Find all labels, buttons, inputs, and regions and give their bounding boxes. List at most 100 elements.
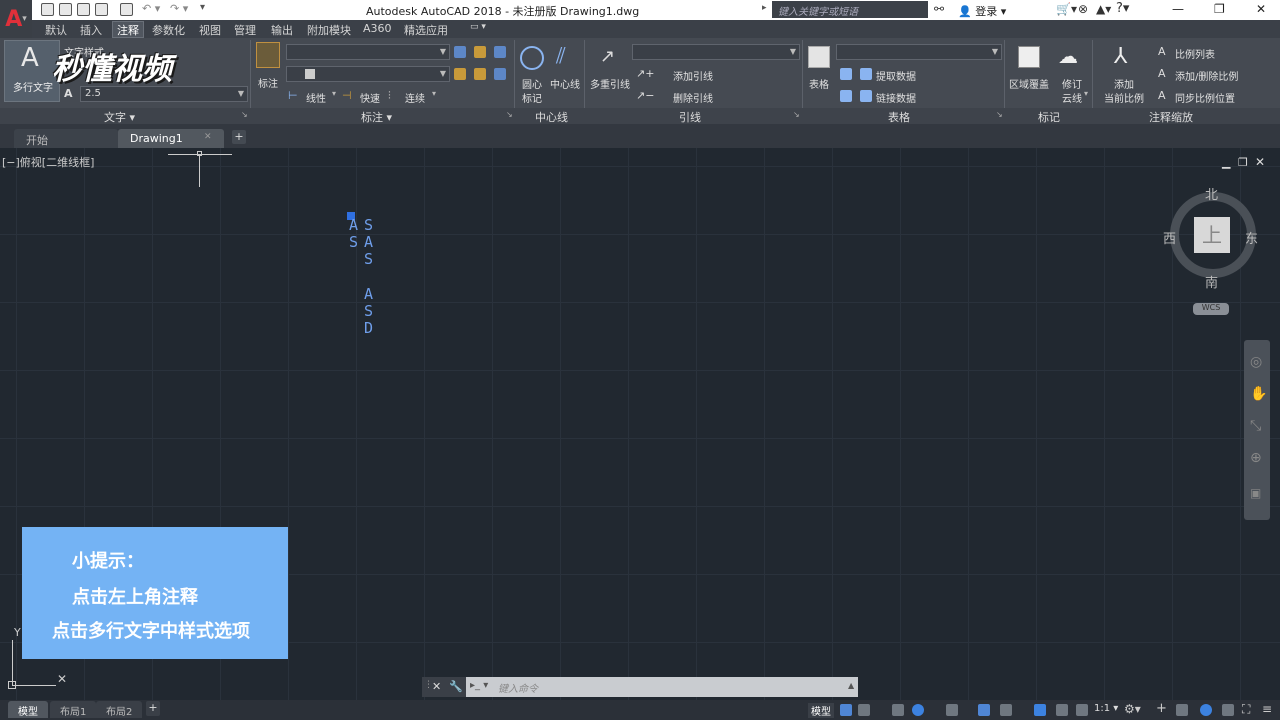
wipeout-icon[interactable] [1018, 46, 1040, 68]
search-input[interactable]: 键入关键字或短语 [772, 1, 928, 18]
new-tab-button[interactable]: + [232, 130, 246, 144]
revcloud-button[interactable]: 修订 [1062, 76, 1082, 91]
viewport-close-icon[interactable]: ✕ [1255, 155, 1265, 169]
tab-view[interactable]: 视图 [199, 22, 221, 38]
link-data-button[interactable]: 链接数据 [876, 90, 916, 105]
multileader-button[interactable]: 多重引线 [590, 76, 630, 91]
tab-featured-apps[interactable]: 精选应用 [404, 22, 448, 38]
centerline-icon[interactable]: ⫽ [556, 44, 566, 69]
fullscreen-icon[interactable]: ⛶ [1242, 702, 1250, 717]
cad-text-char[interactable]: S [364, 216, 373, 234]
table-icon[interactable] [808, 46, 830, 68]
ribbon-toggle-icon[interactable]: ▭ ▾ [470, 22, 486, 32]
grid-icon[interactable] [840, 704, 852, 716]
chevron-down-icon[interactable]: ▾ [332, 89, 336, 98]
help-icon[interactable]: ?▾ [1116, 1, 1129, 16]
viewport-controls[interactable]: [−]俯视[二维线框] [2, 154, 94, 170]
cad-text-char[interactable]: S [364, 302, 373, 320]
dim-layer-dropdown[interactable]: ▼ [286, 66, 450, 82]
cad-text-char[interactable]: D [364, 319, 373, 337]
linear-button[interactable]: 线性 [306, 90, 326, 105]
binoculars-icon[interactable]: ⚯ [934, 2, 944, 16]
save-icon[interactable] [77, 3, 90, 16]
add-leader-button[interactable]: 添加引线 [673, 68, 713, 83]
tab-a360[interactable]: A360 [363, 22, 392, 35]
cart-icon[interactable]: 🛒▾ [1056, 2, 1077, 16]
close-tab-icon[interactable]: ✕ [204, 132, 212, 142]
tab-manage[interactable]: 管理 [234, 22, 256, 38]
new-file-icon[interactable] [41, 3, 54, 16]
add-current-scale-button[interactable]: 添加 [1114, 76, 1134, 91]
dim-style-dropdown[interactable]: ▼ [286, 44, 450, 60]
compass-east[interactable]: 东 [1245, 228, 1258, 247]
search-expand-icon[interactable]: ▸ [762, 3, 767, 13]
command-line[interactable]: ⋮ ✕ 🔧 ▸_ ▾ 键入命令 ▲ [422, 677, 858, 697]
table-button[interactable]: 表格 [809, 76, 829, 91]
revcloud-button-line2[interactable]: 云线 [1062, 90, 1082, 105]
login-button[interactable]: 👤 登录 ▾ [958, 3, 1006, 19]
multileader-icon[interactable]: ↗ [600, 46, 622, 68]
tab-layout1[interactable]: 布局1 [50, 701, 97, 718]
clean-screen-icon[interactable] [1222, 704, 1234, 716]
wrench-icon[interactable]: 🔧 [449, 680, 463, 693]
mleader-style-dropdown[interactable]: ▼ [632, 44, 800, 60]
panel-launcher-icon[interactable]: ↘ [241, 110, 248, 119]
customize-menu-icon[interactable]: ≡ [1262, 702, 1272, 716]
close-icon[interactable]: ✕ [1256, 2, 1266, 16]
orbit-icon[interactable]: ⊕ [1250, 450, 1262, 466]
customize-qa-icon[interactable]: ▾ [200, 2, 205, 13]
panel-title-dim[interactable]: 标注 ▾ [361, 109, 392, 125]
dimension-icon[interactable] [256, 42, 280, 68]
tab-drawing1[interactable]: Drawing1 ✕ [118, 129, 224, 148]
gear-icon[interactable]: ⚙▾ [1124, 702, 1141, 716]
ortho-icon[interactable] [892, 704, 904, 716]
model-space-button[interactable]: 模型 [808, 703, 834, 718]
isolate-icon[interactable] [1176, 704, 1188, 716]
close-icon[interactable]: ✕ [432, 680, 441, 693]
cad-text-char[interactable]: S [349, 233, 358, 251]
showmotion-icon[interactable]: ▣ [1250, 486, 1261, 500]
tab-default[interactable]: 默认 [45, 22, 67, 38]
wcs-menu[interactable]: WCS [1193, 303, 1229, 315]
annotation-scale-icon[interactable] [1076, 704, 1088, 716]
a360-icon[interactable]: ▲▾ [1096, 2, 1111, 16]
compass-west[interactable]: 西 [1163, 228, 1176, 247]
viewcube-top-face[interactable]: 上 [1194, 217, 1230, 253]
tab-addins[interactable]: 附加模块 [307, 22, 351, 38]
dim-tool-icon[interactable] [474, 46, 486, 58]
plus-icon[interactable]: + [1156, 701, 1167, 716]
chevron-down-icon[interactable]: ▾ [1084, 89, 1088, 98]
print-icon[interactable] [120, 3, 133, 16]
annotation-visibility-icon[interactable] [1034, 704, 1046, 716]
tab-model[interactable]: 模型 [8, 701, 48, 718]
lineweight-icon[interactable] [978, 704, 990, 716]
cad-text-char[interactable]: A [364, 285, 373, 303]
dim-tool-icon[interactable] [474, 68, 486, 80]
add-delete-scale-button[interactable]: 添加/删除比例 [1175, 68, 1238, 83]
dim-tool-icon[interactable] [494, 68, 506, 80]
tab-insert[interactable]: 插入 [80, 22, 102, 38]
command-prompt-icon[interactable]: ▸_ ▾ [470, 680, 488, 691]
dim-tool-icon[interactable] [494, 46, 506, 58]
tab-layout2[interactable]: 布局2 [96, 701, 143, 718]
panel-launcher-icon[interactable]: ↘ [996, 110, 1003, 119]
dim-label[interactable]: 标注 [258, 75, 278, 90]
compass-north[interactable]: 北 [1205, 184, 1218, 203]
viewport-restore-icon[interactable]: ❐ [1238, 156, 1248, 169]
centerline-button[interactable]: 中心线 [550, 76, 580, 91]
command-history-icon[interactable]: ▲ [848, 681, 854, 690]
remove-leader-button[interactable]: 删除引线 [673, 90, 713, 105]
add-current-scale-button-line2[interactable]: 当前比例 [1104, 90, 1144, 105]
transparency-icon[interactable] [1000, 704, 1012, 716]
quick-button[interactable]: 快速 [360, 90, 380, 105]
osnap-icon[interactable] [946, 704, 958, 716]
snap-icon[interactable] [858, 704, 870, 716]
tab-start[interactable]: 开始 [14, 129, 118, 148]
steering-wheel-icon[interactable]: ◎ [1250, 354, 1262, 370]
polar-icon[interactable] [912, 704, 924, 716]
scale-dropdown[interactable]: 1:1 ▾ [1094, 703, 1118, 714]
restore-icon[interactable]: ❐ [1214, 2, 1225, 16]
tab-annotate[interactable]: 注释 [112, 21, 144, 38]
dim-tool-icon[interactable] [454, 68, 466, 80]
text-height-dropdown[interactable]: 2.5 ▼ [80, 86, 248, 102]
